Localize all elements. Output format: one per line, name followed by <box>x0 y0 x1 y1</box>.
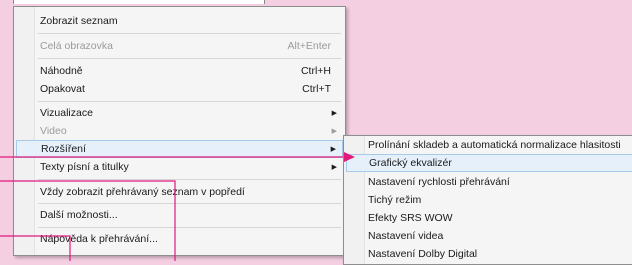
callout-line <box>0 235 71 261</box>
callout-lines <box>0 152 355 261</box>
callout-arrow-icon <box>344 152 355 162</box>
callout-line <box>0 180 176 261</box>
